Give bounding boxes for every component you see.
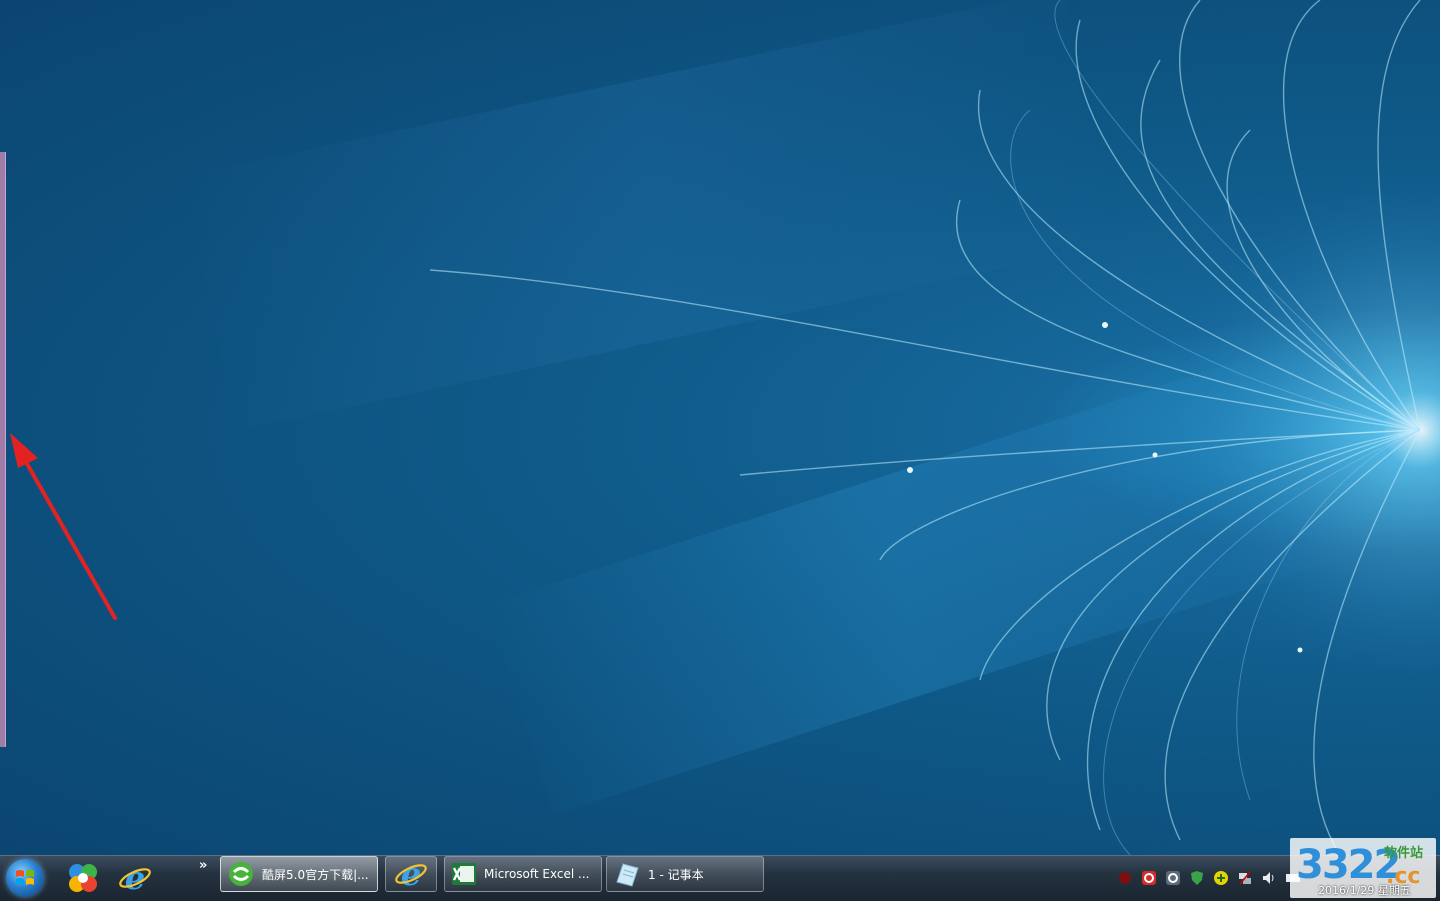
shield-icon[interactable] [1115, 868, 1135, 888]
internet-explorer-icon: e [119, 859, 151, 897]
security-shield-icon[interactable] [1187, 868, 1207, 888]
taskbar-item-360-browser[interactable]: 酷屏5.0官方下载|... [220, 856, 378, 892]
quick-launch-internet-explorer[interactable]: e [118, 859, 152, 897]
taskbar-item-notepad[interactable]: 1 - 记事本 [606, 856, 764, 892]
internet-explorer-icon: e [395, 857, 427, 891]
wallpaper-flower [429, 0, 1440, 855]
watermark-logo: 3322 软件站 .cc 2016/1/29 星期五 [1290, 838, 1436, 898]
360-browser-icon [69, 864, 97, 892]
taskbar-item-label: 1 - 记事本 [648, 867, 704, 882]
link-icon[interactable] [1139, 868, 1159, 888]
screen-edge-bar[interactable] [0, 152, 6, 747]
svg-text:e: e [401, 857, 421, 891]
link-icon[interactable] [1163, 868, 1183, 888]
windows-logo-icon [16, 870, 34, 885]
clock-date[interactable]: 2016/1/29 星期五 [1318, 882, 1411, 898]
360-browser-icon [229, 862, 253, 886]
taskbar: e » 酷屏5.0官方下载|... e Microsoft Excel ... [0, 855, 1440, 901]
excel-icon [452, 863, 476, 885]
quick-launch-more-button[interactable]: » [199, 858, 207, 873]
quick-launch-360-browser[interactable] [66, 861, 100, 895]
taskbar-item-label: 酷屏5.0官方下载|... [262, 867, 369, 882]
svg-text:e: e [125, 861, 145, 895]
notepad-icon [616, 863, 639, 887]
start-button[interactable] [6, 859, 44, 897]
system-tray [1115, 867, 1303, 889]
volume-icon[interactable] [1259, 868, 1279, 888]
taskbar-item-internet-explorer[interactable]: e [385, 856, 437, 892]
network-icon[interactable] [1235, 868, 1255, 888]
desktop[interactable] [0, 0, 1440, 855]
plus-icon[interactable] [1211, 868, 1231, 888]
watermark-site: 软件站 [1384, 846, 1424, 861]
taskbar-item-label: Microsoft Excel ... [484, 867, 590, 881]
taskbar-item-excel[interactable]: Microsoft Excel ... [444, 856, 602, 892]
